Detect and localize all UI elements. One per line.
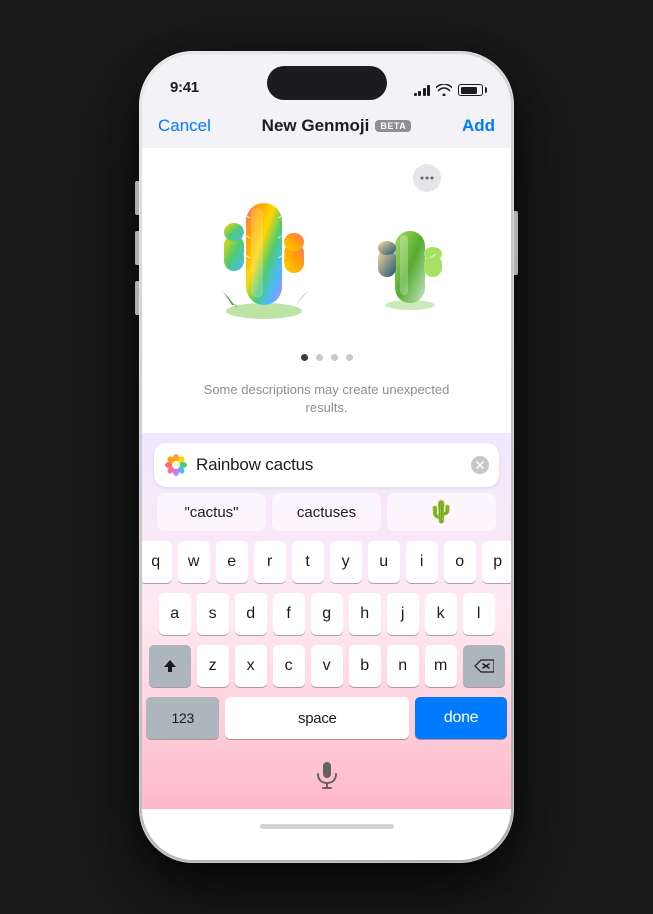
clear-icon — [475, 460, 485, 470]
shift-key[interactable] — [149, 645, 191, 687]
search-text: Rainbow cactus — [196, 455, 463, 475]
main-emoji[interactable] — [189, 178, 339, 328]
genmoji-icon — [164, 453, 188, 477]
key-k[interactable]: k — [425, 593, 457, 635]
dot-1 — [301, 354, 308, 361]
key-n[interactable]: n — [387, 645, 419, 687]
mic-icon — [316, 761, 338, 789]
dot-3 — [331, 354, 338, 361]
bottom-row — [142, 749, 511, 809]
warning-text: Some descriptions may create unexpected … — [142, 381, 511, 417]
mic-button[interactable] — [309, 757, 345, 793]
key-r[interactable]: r — [254, 541, 286, 583]
emoji-preview — [142, 158, 511, 338]
search-input-wrap[interactable]: Rainbow cactus — [154, 443, 499, 487]
done-key[interactable]: done — [415, 697, 507, 739]
status-icons — [414, 84, 484, 96]
status-time: 9:41 — [170, 79, 199, 96]
dot-2 — [316, 354, 323, 361]
key-y[interactable]: y — [330, 541, 362, 583]
home-indicator — [260, 809, 394, 843]
rainbow-cactus-secondary — [360, 213, 460, 313]
autocomplete-cactus-emoji[interactable]: 🌵 — [387, 493, 496, 531]
dynamic-island — [267, 66, 387, 100]
key-i[interactable]: i — [406, 541, 438, 583]
cancel-button[interactable]: Cancel — [158, 116, 211, 136]
home-bar — [260, 824, 394, 829]
keyboard-container: Rainbow cactus "cactus" cac — [142, 433, 511, 809]
key-x[interactable]: x — [235, 645, 267, 687]
key-a[interactable]: a — [159, 593, 191, 635]
more-button[interactable] — [413, 164, 441, 192]
screen: 9:41 Cancel — [142, 54, 511, 860]
key-c[interactable]: c — [273, 645, 305, 687]
key-h[interactable]: h — [349, 593, 381, 635]
beta-badge: BETA — [375, 120, 411, 132]
signal-icon — [414, 84, 431, 96]
key-j[interactable]: j — [387, 593, 419, 635]
space-key[interactable]: space — [225, 697, 409, 739]
keyboard: q w e r t y u i o p a — [142, 537, 511, 739]
clear-button[interactable] — [471, 456, 489, 474]
rainbow-cactus-main — [194, 183, 334, 323]
key-b[interactable]: b — [349, 645, 381, 687]
content-area: Some descriptions may create unexpected … — [142, 148, 511, 860]
key-l[interactable]: l — [463, 593, 495, 635]
key-row-2: a s d f g h j k l — [146, 593, 507, 635]
key-u[interactable]: u — [368, 541, 400, 583]
key-row-3: z x c v b n m — [146, 645, 507, 687]
search-row: Rainbow cactus — [142, 433, 511, 493]
page-dots — [301, 354, 353, 361]
key-v[interactable]: v — [311, 645, 343, 687]
key-s[interactable]: s — [197, 593, 229, 635]
key-g[interactable]: g — [311, 593, 343, 635]
title-group: New Genmoji BETA — [262, 116, 412, 136]
battery-icon — [458, 84, 483, 96]
key-d[interactable]: d — [235, 593, 267, 635]
backspace-icon — [474, 659, 494, 673]
key-z[interactable]: z — [197, 645, 229, 687]
phone-inner: 9:41 Cancel — [142, 54, 511, 860]
key-f[interactable]: f — [273, 593, 305, 635]
autocomplete-cactus-quoted[interactable]: "cactus" — [157, 493, 266, 531]
num-key[interactable]: 123 — [146, 697, 219, 739]
phone-frame: 9:41 Cancel — [139, 51, 514, 863]
key-row-4: 123 space done — [146, 697, 507, 739]
autocomplete-cactuses[interactable]: cactuses — [272, 493, 381, 531]
key-p[interactable]: p — [482, 541, 512, 583]
add-button[interactable]: Add — [462, 116, 495, 136]
page-title: New Genmoji — [262, 116, 370, 136]
key-m[interactable]: m — [425, 645, 457, 687]
ellipsis-icon — [420, 176, 434, 180]
wifi-icon — [436, 84, 452, 96]
key-row-1: q w e r t y u i o p — [146, 541, 507, 583]
backspace-key[interactable] — [463, 645, 505, 687]
key-q[interactable]: q — [142, 541, 172, 583]
key-t[interactable]: t — [292, 541, 324, 583]
key-e[interactable]: e — [216, 541, 248, 583]
secondary-emoji[interactable] — [355, 208, 465, 318]
key-w[interactable]: w — [178, 541, 210, 583]
shift-icon — [162, 658, 178, 674]
autocomplete-row: "cactus" cactuses 🌵 — [142, 493, 511, 537]
header: Cancel New Genmoji BETA Add — [142, 104, 511, 148]
key-o[interactable]: o — [444, 541, 476, 583]
dot-4 — [346, 354, 353, 361]
